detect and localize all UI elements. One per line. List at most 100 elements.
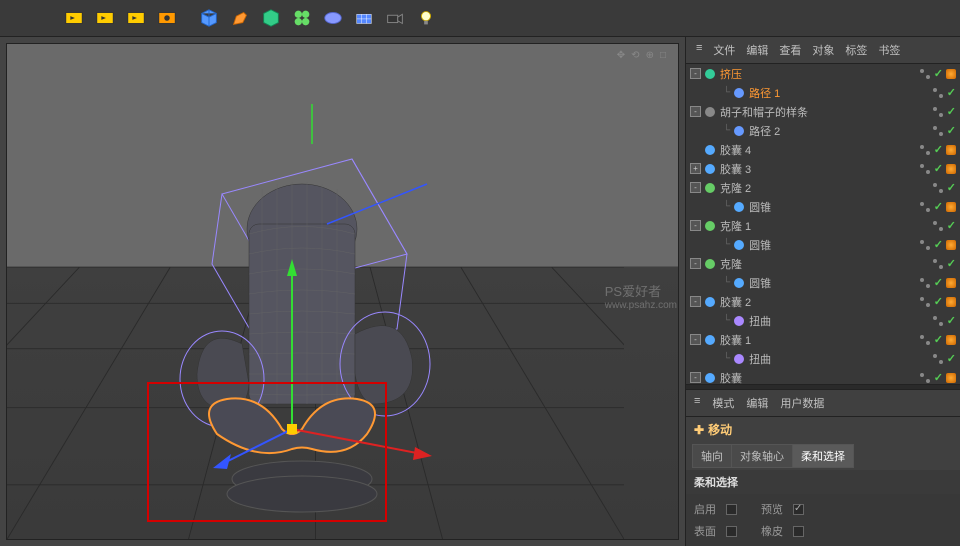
expand-toggle[interactable]: - xyxy=(690,182,701,193)
checkbox-rubber[interactable] xyxy=(793,526,804,537)
check-icon[interactable]: ✓ xyxy=(947,105,956,118)
material-tag-icon[interactable] xyxy=(946,278,956,288)
attr-handle-icon[interactable]: ≡ xyxy=(692,393,702,413)
check-icon[interactable]: ✓ xyxy=(947,352,956,365)
visibility-dots-icon[interactable] xyxy=(919,68,931,80)
take3-button[interactable] xyxy=(122,4,150,32)
tree-row[interactable]: └扭曲✓ xyxy=(686,349,960,368)
check-icon[interactable]: ✓ xyxy=(934,276,943,289)
expand-toggle[interactable]: - xyxy=(690,334,701,345)
plane-button[interactable] xyxy=(350,4,378,32)
menu-file[interactable]: 文件 xyxy=(709,40,739,60)
check-icon[interactable]: ✓ xyxy=(934,143,943,156)
tree-row[interactable]: └路径 2✓ xyxy=(686,121,960,140)
tree-row[interactable]: -胶囊 2✓ xyxy=(686,292,960,311)
material-tag-icon[interactable] xyxy=(946,69,956,79)
attr-userdata[interactable]: 用户数据 xyxy=(778,393,826,413)
visibility-dots-icon[interactable] xyxy=(932,125,944,137)
expand-toggle[interactable]: - xyxy=(690,106,701,117)
visibility-dots-icon[interactable] xyxy=(919,296,931,308)
check-icon[interactable]: ✓ xyxy=(934,200,943,213)
subdiv-button[interactable] xyxy=(257,4,285,32)
visibility-dots-icon[interactable] xyxy=(932,220,944,232)
zoom-icon[interactable]: ⊕ xyxy=(646,50,654,61)
check-icon[interactable]: ✓ xyxy=(947,314,956,327)
material-tag-icon[interactable] xyxy=(946,297,956,307)
take1-button[interactable] xyxy=(60,4,88,32)
material-tag-icon[interactable] xyxy=(946,335,956,345)
tree-row[interactable]: 胶囊 4✓ xyxy=(686,140,960,159)
pan-icon[interactable]: ✥ xyxy=(617,50,625,61)
attr-edit[interactable]: 编辑 xyxy=(744,393,770,413)
tab-soft-selection[interactable]: 柔和选择 xyxy=(792,444,854,468)
material-tag-icon[interactable] xyxy=(946,373,956,383)
tree-row[interactable]: -胶囊✓ xyxy=(686,368,960,384)
expand-toggle[interactable]: - xyxy=(690,296,701,307)
menu-view[interactable]: 查看 xyxy=(775,40,805,60)
visibility-dots-icon[interactable] xyxy=(932,106,944,118)
visibility-dots-icon[interactable] xyxy=(919,334,931,346)
tree-row[interactable]: +胶囊 3✓ xyxy=(686,159,960,178)
take4-button[interactable] xyxy=(153,4,181,32)
rotate-icon[interactable]: ⟲ xyxy=(631,50,639,61)
check-icon[interactable]: ✓ xyxy=(934,295,943,308)
checkbox-enable[interactable] xyxy=(726,504,737,515)
take2-button[interactable] xyxy=(91,4,119,32)
visibility-dots-icon[interactable] xyxy=(932,353,944,365)
tab-object-axis[interactable]: 对象轴心 xyxy=(731,444,793,468)
tree-row[interactable]: └路径 1✓ xyxy=(686,83,960,102)
tree-row[interactable]: -挤压✓ xyxy=(686,64,960,83)
check-icon[interactable]: ✓ xyxy=(934,67,943,80)
menu-edit[interactable]: 编辑 xyxy=(742,40,772,60)
menu-tags[interactable]: 标签 xyxy=(841,40,871,60)
expand-toggle[interactable]: - xyxy=(690,68,701,79)
check-icon[interactable]: ✓ xyxy=(934,238,943,251)
check-icon[interactable]: ✓ xyxy=(934,371,943,384)
visibility-dots-icon[interactable] xyxy=(919,144,931,156)
material-tag-icon[interactable] xyxy=(946,164,956,174)
check-icon[interactable]: ✓ xyxy=(947,181,956,194)
visibility-dots-icon[interactable] xyxy=(919,163,931,175)
object-tree[interactable]: -挤压✓└路径 1✓-胡子和帽子的样条✓└路径 2✓胶囊 4✓+胶囊 3✓-克隆… xyxy=(686,64,960,384)
tree-row[interactable]: └扭曲✓ xyxy=(686,311,960,330)
check-icon[interactable]: ✓ xyxy=(934,333,943,346)
tree-row[interactable]: -胡子和帽子的样条✓ xyxy=(686,102,960,121)
metaball-button[interactable] xyxy=(319,4,347,32)
cube-button[interactable] xyxy=(195,4,223,32)
check-icon[interactable]: ✓ xyxy=(947,86,956,99)
checkbox-surface[interactable] xyxy=(726,526,737,537)
visibility-dots-icon[interactable] xyxy=(919,239,931,251)
expand-toggle[interactable]: - xyxy=(690,372,701,383)
material-tag-icon[interactable] xyxy=(946,202,956,212)
material-tag-icon[interactable] xyxy=(946,145,956,155)
camera-button[interactable] xyxy=(381,4,409,32)
menu-object[interactable]: 对象 xyxy=(808,40,838,60)
frame-icon[interactable]: □ xyxy=(660,50,666,61)
cloner-button[interactable] xyxy=(288,4,316,32)
visibility-dots-icon[interactable] xyxy=(932,182,944,194)
material-tag-icon[interactable] xyxy=(946,240,956,250)
check-icon[interactable]: ✓ xyxy=(947,257,956,270)
attr-mode[interactable]: 模式 xyxy=(710,393,736,413)
visibility-dots-icon[interactable] xyxy=(932,87,944,99)
expand-toggle[interactable]: + xyxy=(690,163,701,174)
tree-row[interactable]: -克隆 1✓ xyxy=(686,216,960,235)
checkbox-preview[interactable] xyxy=(793,504,804,515)
menu-handle-icon[interactable]: ≡ xyxy=(692,40,706,60)
check-icon[interactable]: ✓ xyxy=(947,219,956,232)
visibility-dots-icon[interactable] xyxy=(932,258,944,270)
light-button[interactable] xyxy=(412,4,440,32)
3d-viewport[interactable]: ✥ ⟲ ⊕ □ xyxy=(6,43,679,540)
expand-toggle[interactable]: - xyxy=(690,220,701,231)
check-icon[interactable]: ✓ xyxy=(934,162,943,175)
tree-row[interactable]: -胶囊 1✓ xyxy=(686,330,960,349)
visibility-dots-icon[interactable] xyxy=(919,372,931,384)
tree-row[interactable]: -克隆✓ xyxy=(686,254,960,273)
tree-row[interactable]: └圆锥✓ xyxy=(686,273,960,292)
visibility-dots-icon[interactable] xyxy=(919,277,931,289)
visibility-dots-icon[interactable] xyxy=(932,315,944,327)
expand-toggle[interactable]: - xyxy=(690,258,701,269)
tree-row[interactable]: -克隆 2✓ xyxy=(686,178,960,197)
menu-bookmarks[interactable]: 书签 xyxy=(874,40,904,60)
tree-row[interactable]: └圆锥✓ xyxy=(686,197,960,216)
